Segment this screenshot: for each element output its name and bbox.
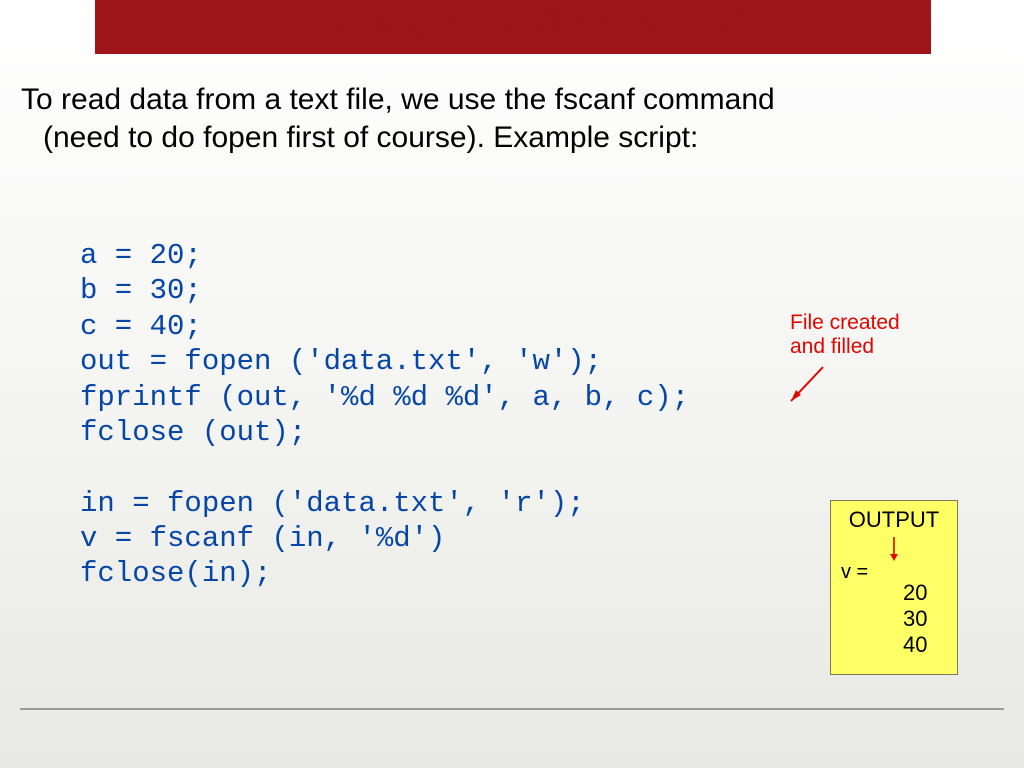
output-value: 20: [903, 580, 947, 606]
page-title: Reading from files: fscanf: [0, 2, 1024, 44]
code-block: a = 20; b = 30; c = 40; out = fopen ('da…: [80, 238, 689, 592]
intro-text: To read data from a text file, we use th…: [21, 81, 811, 156]
output-value: 30: [903, 606, 947, 632]
output-values: 20 30 40: [841, 580, 947, 658]
divider: [20, 708, 1004, 710]
annotation-text: File created and filled: [790, 311, 900, 359]
arrow-icon: [783, 363, 828, 408]
output-heading: OUTPUT: [841, 507, 947, 533]
output-value: 40: [903, 632, 947, 658]
arrow-down-icon: [884, 535, 904, 563]
output-box: OUTPUT v = 20 30 40: [830, 500, 958, 675]
